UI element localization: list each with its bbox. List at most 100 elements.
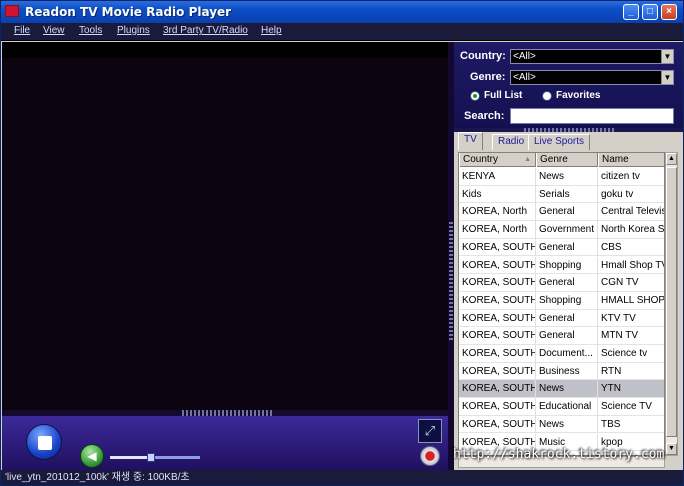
cell-name: YTN: [598, 380, 664, 397]
volume-thumb[interactable]: [146, 453, 155, 462]
cell-genre: Educational: [536, 398, 598, 416]
cell-name: KTV TV: [598, 310, 664, 327]
cell-country: KOREA, North: [459, 221, 536, 239]
cell-name: goku tv: [598, 186, 664, 203]
genre-select-value: <All>: [513, 72, 536, 83]
volume-speaker-icon[interactable]: ◀: [80, 444, 104, 468]
menu-plugins[interactable]: Plugins: [117, 25, 150, 36]
menu-file[interactable]: File: [14, 25, 30, 36]
search-input[interactable]: [510, 108, 674, 124]
full-list-label[interactable]: Full List: [484, 90, 522, 101]
fullscreen-button[interactable]: ⤢: [418, 419, 442, 443]
menu-bar: File View Tools Plugins 3rd Party TV/Rad…: [1, 23, 683, 41]
column-genre[interactable]: Genre: [536, 153, 598, 167]
chevron-down-icon[interactable]: ▼: [661, 71, 673, 84]
splitter-grip-icon: [449, 222, 453, 342]
video-top-band: [2, 42, 448, 58]
chevron-down-icon[interactable]: ▼: [661, 50, 673, 63]
cell-name: Hmall Shop TV: [598, 257, 664, 274]
table-row[interactable]: KOREA, SOUTH General CBS: [459, 238, 664, 257]
full-list-radio[interactable]: [470, 91, 480, 101]
table-row[interactable]: KOREA, SOUTH Document... Science tv: [459, 345, 664, 363]
cell-country: KOREA, SOUTH: [459, 309, 536, 327]
cell-name: CGN TV: [598, 274, 664, 291]
cell-country: KOREA, SOUTH: [459, 256, 536, 274]
table-row[interactable]: KOREA, SOUTH News YTN: [459, 380, 664, 399]
cell-name: Science TV: [598, 398, 664, 415]
table-row[interactable]: Kids Serials goku tv: [459, 185, 664, 204]
country-select-value: <All>: [513, 51, 536, 62]
cell-genre: General: [536, 274, 598, 292]
table-row[interactable]: KOREA, SOUTH Business RTN: [459, 362, 664, 381]
app-icon: [5, 5, 19, 17]
stop-icon: [38, 436, 52, 450]
filter-panel: Country: <All> ▼ Genre: <All> ▼ Full Lis…: [454, 42, 683, 128]
cell-name: HMALL SHOP T: [598, 292, 664, 309]
table-row[interactable]: KOREA, North Government North Korea S: [459, 221, 664, 239]
search-label: Search:: [464, 110, 505, 122]
app-window: Readon TV Movie Radio Player _ □ × File …: [0, 0, 684, 486]
menu-tools[interactable]: Tools: [79, 25, 102, 36]
cell-genre: General: [536, 203, 598, 221]
column-name[interactable]: Name: [598, 153, 664, 167]
cell-country: KOREA, SOUTH: [459, 238, 536, 256]
country-select[interactable]: <All> ▼: [510, 49, 674, 64]
cell-country: KENYA: [459, 168, 536, 185]
cell-genre: News: [536, 415, 598, 433]
tab-radio[interactable]: Radio: [492, 134, 531, 150]
cell-genre: General: [536, 327, 598, 345]
column-country-label: Country: [463, 154, 499, 165]
table-row[interactable]: KOREA, SOUTH General KTV TV: [459, 309, 664, 328]
genre-select[interactable]: <All> ▼: [510, 70, 674, 85]
tab-live-sports[interactable]: Live Sports: [528, 134, 591, 150]
minimize-button[interactable]: _: [623, 4, 639, 20]
maximize-button[interactable]: □: [642, 4, 658, 20]
menu-help[interactable]: Help: [261, 25, 282, 36]
table-row[interactable]: KOREA, SOUTHShoppingHMALL SHOP T: [459, 291, 664, 310]
table-row[interactable]: KENYA News citizen tv: [459, 168, 664, 186]
fullscreen-icon: ⤢: [424, 423, 436, 438]
cell-name: Science tv: [598, 345, 664, 362]
table-row[interactable]: KOREA, SOUTH General CGN TV: [459, 274, 664, 292]
tab-tv[interactable]: TV: [458, 132, 483, 150]
table-row[interactable]: KOREA, SOUTH Educational Science TV: [459, 398, 664, 416]
window-title: Readon TV Movie Radio Player: [25, 5, 232, 19]
table-vertical-scrollbar[interactable]: ▲ ▼: [665, 152, 678, 456]
table-row[interactable]: KOREA, SOUTH General MTN TV: [459, 327, 664, 345]
country-label: Country:: [460, 50, 506, 62]
cell-name: TBS: [598, 416, 664, 433]
title-bar[interactable]: Readon TV Movie Radio Player _ □ ×: [1, 1, 683, 23]
channel-table[interactable]: Country ▲ Genre Name KENYA News citizen tv…: [458, 152, 665, 456]
scroll-thumb[interactable]: [666, 167, 677, 437]
column-country[interactable]: Country ▲: [459, 153, 536, 167]
cell-genre: News: [536, 380, 598, 398]
menu-view[interactable]: View: [43, 25, 65, 36]
cell-genre: General: [536, 309, 598, 327]
table-row[interactable]: KOREA, SOUTH Shopping Hmall Shop TV: [459, 256, 664, 275]
stop-button[interactable]: [26, 424, 62, 460]
video-display[interactable]: [2, 42, 448, 410]
record-button[interactable]: [420, 446, 440, 466]
scroll-up-icon[interactable]: ▲: [666, 153, 677, 165]
cell-country: KOREA, SOUTH: [459, 345, 536, 362]
cell-country: KOREA, North: [459, 203, 536, 221]
menu-3rd-party[interactable]: 3rd Party TV/Radio: [163, 25, 248, 36]
favorites-label[interactable]: Favorites: [556, 90, 600, 101]
cell-country: KOREA, SOUTH: [459, 327, 536, 345]
cell-genre: Government: [536, 221, 598, 239]
channel-list-area: Country ▲ Genre Name KENYA News citizen tv…: [454, 150, 683, 470]
cell-name: North Korea S: [598, 221, 664, 238]
cell-genre: Document...: [536, 345, 598, 362]
cell-genre: Shopping: [536, 256, 598, 274]
genre-label: Genre:: [470, 71, 506, 83]
cell-name: Central Televis: [598, 203, 664, 220]
favorites-radio[interactable]: [542, 91, 552, 101]
cell-genre: Serials: [536, 185, 598, 203]
cell-country: Kids: [459, 185, 536, 203]
volume-slider[interactable]: [110, 453, 200, 462]
cell-genre: News: [536, 168, 598, 185]
table-row[interactable]: KOREA, SOUTH News TBS: [459, 415, 664, 434]
table-row[interactable]: KOREA, North General Central Televis: [459, 203, 664, 222]
cell-country: KOREA, SOUTH: [459, 398, 536, 416]
close-button[interactable]: ×: [661, 4, 677, 20]
